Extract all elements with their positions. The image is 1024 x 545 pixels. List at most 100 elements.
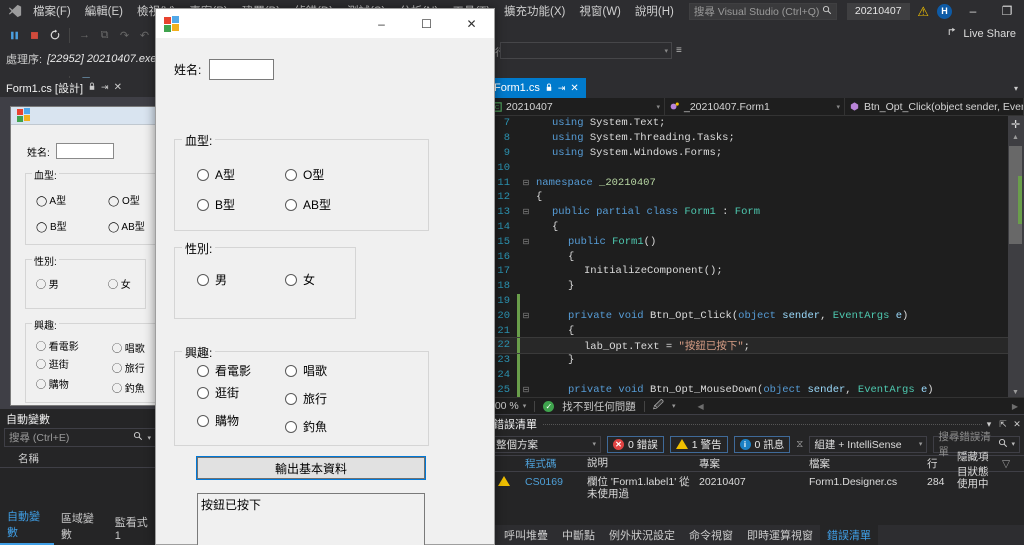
radio-bloodtype-b[interactable]: B型: [197, 196, 235, 213]
restore-button[interactable]: ❐: [994, 1, 1020, 21]
vs-search-box[interactable]: 搜尋 Visual Studio (Ctrl+Q): [688, 2, 837, 20]
notifications-warning-icon[interactable]: ⚠: [917, 5, 929, 18]
winform-titlebar[interactable]: – ☐ ✕: [156, 9, 494, 39]
col-file[interactable]: 檔案: [805, 455, 923, 472]
zoom-in-icon[interactable]: ✛: [1011, 118, 1020, 131]
chevron-down-icon[interactable]: ▾: [982, 419, 996, 430]
restart-icon[interactable]: [46, 27, 63, 44]
build-filter-dropdown[interactable]: 組建 + IntelliSense ▾: [809, 435, 928, 453]
chevron-down-icon[interactable]: ▾: [1011, 440, 1015, 448]
drag-handle[interactable]: [543, 423, 982, 425]
code-line-text: private void Btn_Opt_MouseDown(object se…: [568, 383, 934, 396]
pin-icon[interactable]: ⇱: [996, 419, 1010, 430]
code-text-area[interactable]: 7 using System.Text; 8 using System.Threadi…: [487, 116, 1024, 400]
nav-project-dropdown[interactable]: C 20210407 ▾: [487, 98, 665, 115]
radio-hobby-shopping[interactable]: 購物: [197, 412, 239, 429]
radio-hobby-sing[interactable]: 唱歌: [285, 362, 327, 379]
nav-type-dropdown[interactable]: _20210407.Form1 ▾: [665, 98, 845, 115]
col-line[interactable]: 行: [923, 455, 953, 472]
autos-search-input[interactable]: 搜尋 (Ctrl+E) ▾: [4, 428, 156, 447]
step-continue-icon[interactable]: →: [76, 27, 93, 44]
submit-button[interactable]: 輸出基本資料: [196, 456, 426, 480]
thread-combo[interactable]: ▾: [500, 42, 672, 59]
radio-hobby-travel[interactable]: 旅行: [285, 390, 327, 407]
col-description[interactable]: 說明: [583, 456, 695, 470]
chevron-down-icon[interactable]: ▾: [672, 402, 676, 410]
account-avatar[interactable]: H: [937, 3, 952, 19]
tab-breakpoints[interactable]: 中斷點: [555, 525, 602, 545]
tab-immediate-window[interactable]: 即時運算視窗: [740, 525, 820, 545]
nav-member-dropdown[interactable]: Btn_Opt_Click(object sender, EventArgs e…: [845, 98, 1024, 115]
pause-icon[interactable]: [6, 27, 23, 44]
tab-form1-cs[interactable]: Form1.cs ⇥ ✕: [487, 78, 586, 98]
editor-vertical-scrollbar[interactable]: ✛ ▲ ▼: [1008, 116, 1024, 400]
scroll-up-icon[interactable]: ▲: [1012, 134, 1019, 141]
tab-locals[interactable]: 區域變數: [54, 507, 108, 545]
close-icon[interactable]: ✕: [1010, 419, 1024, 430]
tab-command-window[interactable]: 命令視窗: [682, 525, 740, 545]
winform-maximize-button[interactable]: ☐: [404, 9, 449, 39]
menu-help[interactable]: 說明(H): [628, 1, 681, 21]
row-code[interactable]: CS0169: [521, 475, 583, 489]
close-icon[interactable]: ✕: [570, 83, 578, 94]
designer-surface: 姓名: 血型: ◯ A型 ◯ O型 ◯ B型 ◯ AB型 性別: ◯ 男 ◯ 女: [0, 98, 185, 408]
winform-minimize-button[interactable]: –: [359, 9, 404, 39]
pin-icon[interactable]: ⇥: [558, 83, 566, 94]
tab-watch1[interactable]: 監看式 1: [108, 511, 160, 545]
tab-form1-designer[interactable]: Form1.cs [設計] ⇥ ✕: [0, 78, 160, 98]
col-code[interactable]: 程式碼: [521, 455, 583, 472]
table-row[interactable]: CS0169 欄位 'Form1.label1' 從未使用過 20210407 …: [487, 475, 1024, 501]
radio-bloodtype-ab[interactable]: AB型: [285, 196, 331, 213]
chevron-down-icon[interactable]: ▾: [147, 434, 151, 442]
radio-hobby-movie[interactable]: 看電影: [197, 362, 251, 379]
step-into-icon[interactable]: ↷: [116, 27, 133, 44]
collapse-toggle[interactable]: ⊟: [520, 385, 532, 395]
radio-hobby-shopping-street[interactable]: 逛街: [197, 384, 239, 401]
close-icon[interactable]: ✕: [114, 82, 122, 93]
menu-window[interactable]: 視窗(W): [572, 1, 628, 21]
stop-icon[interactable]: [26, 27, 43, 44]
minimize-button[interactable]: –: [960, 1, 986, 21]
radio-indicator: [285, 273, 297, 286]
collapse-toggle[interactable]: ⊟: [520, 237, 532, 247]
warnings-filter-chip[interactable]: 1 警告: [669, 435, 728, 453]
radio-bloodtype-o[interactable]: O型: [285, 166, 324, 183]
autos-title: 自動變數: [6, 413, 50, 426]
radio-label: 購物: [215, 414, 240, 428]
menu-file[interactable]: 檔案(F): [26, 1, 78, 21]
errors-filter-chip[interactable]: ✕ 0 錯誤: [607, 435, 664, 453]
code-cleanup-icon[interactable]: 🖉: [653, 397, 664, 415]
radio-gender-male[interactable]: 男: [197, 271, 227, 288]
messages-filter-chip[interactable]: i 0 訊息: [733, 435, 791, 453]
tab-overflow-icon[interactable]: ▾: [1008, 78, 1024, 98]
step-over-icon[interactable]: ⧉: [96, 27, 113, 44]
clear-filter-icon[interactable]: ⧖: [796, 439, 803, 450]
radio-gender-female[interactable]: 女: [285, 271, 315, 288]
filter-icon[interactable]: ▽: [998, 457, 1024, 471]
winform-close-button[interactable]: ✕: [449, 9, 494, 39]
step-out-icon[interactable]: ↶: [136, 27, 153, 44]
stack-frame-icon[interactable]: ≡: [676, 45, 682, 56]
col-project[interactable]: 專案: [695, 455, 805, 472]
tab-exception-settings[interactable]: 例外狀況設定: [602, 525, 682, 545]
menu-edit[interactable]: 編輯(E): [78, 1, 130, 21]
warnings-count-label: 1 警告: [691, 438, 722, 451]
collapse-toggle[interactable]: ⊟: [520, 178, 532, 188]
radio-hobby-fishing[interactable]: 釣魚: [285, 418, 327, 435]
radio-bloodtype-a[interactable]: A型: [197, 166, 235, 183]
tab-call-stack[interactable]: 呼叫堆疊: [497, 525, 555, 545]
hscroll-right-icon[interactable]: ▶: [1012, 402, 1018, 411]
collapse-toggle[interactable]: ⊟: [520, 207, 532, 217]
live-share-button[interactable]: Live Share: [947, 26, 1016, 41]
process-value[interactable]: [22952] 20210407.exe: [47, 53, 157, 65]
radio-indicator: [285, 392, 297, 405]
hscroll-left-icon[interactable]: ◀: [698, 402, 704, 411]
scroll-down-icon[interactable]: ▼: [1012, 389, 1019, 396]
scope-dropdown[interactable]: 整個方案 ▾: [491, 435, 601, 453]
pin-icon[interactable]: ⇥: [101, 82, 109, 93]
tab-error-list[interactable]: 錯誤清單: [820, 525, 878, 545]
collapse-toggle[interactable]: ⊟: [520, 311, 532, 321]
tab-autos[interactable]: 自動變數: [0, 505, 54, 545]
name-input[interactable]: [209, 59, 275, 80]
menu-extensions[interactable]: 擴充功能(X): [497, 1, 572, 21]
